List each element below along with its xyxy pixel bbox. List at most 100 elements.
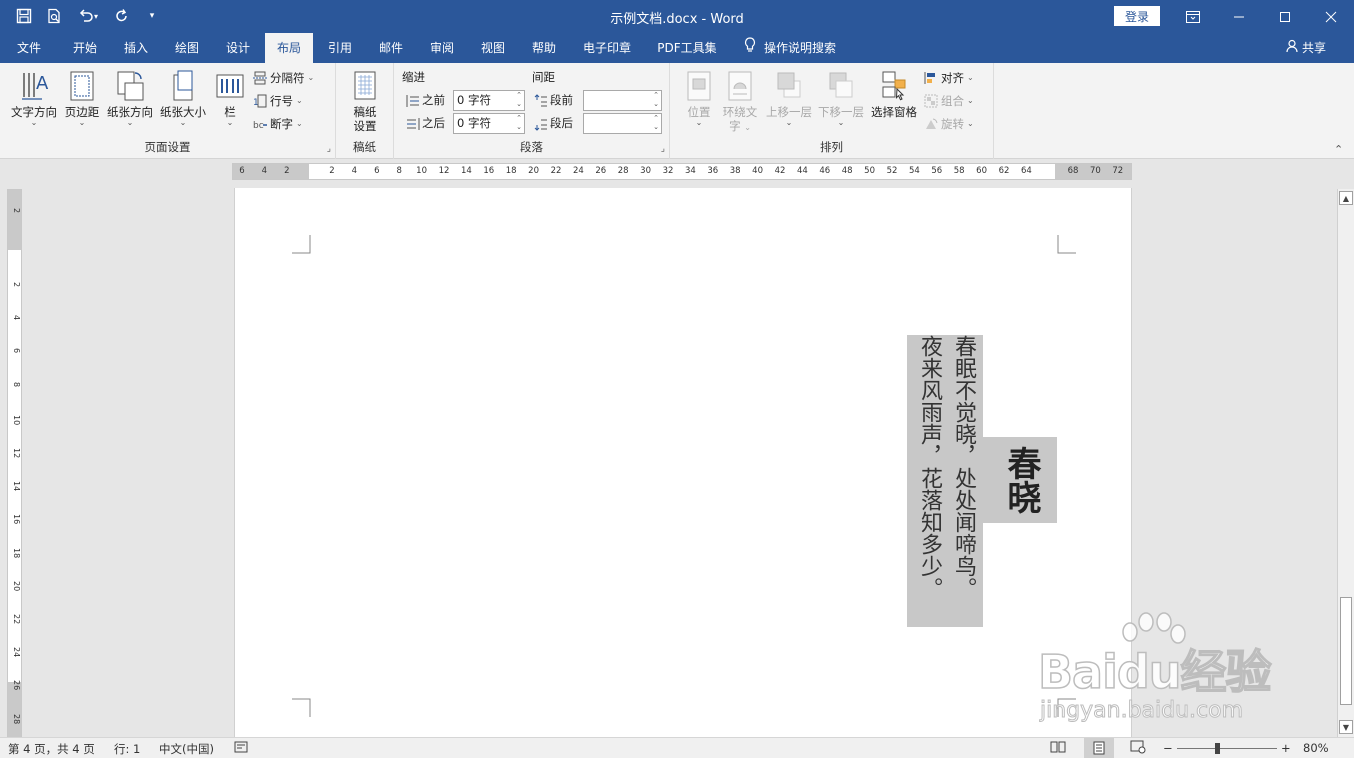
document-page[interactable]: 春眠不觉晓，处处闻啼鸟。 夜来风雨声，花落知多少。 春晓 (234, 188, 1132, 738)
collapse-ribbon-icon[interactable]: ⌃ (1334, 143, 1343, 156)
tab-help[interactable]: 帮助 (521, 33, 567, 63)
send-backward-icon (829, 72, 853, 98)
share-label: 共享 (1302, 41, 1327, 55)
ruler-tick: 64 (1020, 166, 1032, 176)
margins-icon (70, 71, 94, 101)
tab-insert[interactable]: 插入 (113, 33, 159, 63)
web-layout-icon[interactable] (1130, 740, 1146, 757)
orientation-button[interactable]: 纸张方向 ⌄ (104, 69, 156, 127)
bring-forward-button[interactable]: 上移一层 ⌄ (764, 69, 814, 127)
spacing-title: 间距 (532, 70, 555, 84)
login-button[interactable]: 登录 (1114, 6, 1160, 26)
vruler-tick: 6 (12, 348, 21, 354)
tab-pdf-tools[interactable]: PDF工具集 (650, 33, 724, 63)
ruler-tick: 34 (684, 166, 696, 176)
group-button[interactable]: 组合 ⌄ (924, 91, 974, 111)
arrange-group: 位置 ⌄ 环绕文 字 ⌄ 上移一层 ⌄ 下移一层 ⌄ 选择窗格 对齐⌄ 组合 (670, 63, 994, 159)
tab-design[interactable]: 设计 (215, 33, 261, 63)
zoom-in-icon[interactable]: + (1281, 741, 1291, 755)
ruler-tick: 48 (841, 166, 853, 176)
manuscript-group: 稿纸 设置 稿纸 (336, 63, 394, 159)
zoom-slider-thumb[interactable] (1215, 743, 1220, 754)
page-setup-launcher-icon[interactable]: ⌟ (327, 144, 331, 154)
scroll-thumb[interactable] (1340, 597, 1352, 705)
tell-me-search[interactable]: 操作说明搜索 (744, 33, 836, 63)
tab-file[interactable]: 文件 (6, 33, 52, 63)
tab-e-seal[interactable]: 电子印章 (574, 33, 640, 63)
tab-home[interactable]: 开始 (62, 33, 108, 63)
lightbulb-icon (744, 34, 756, 64)
macro-record-icon[interactable] (234, 740, 248, 757)
ruler-tick: 68 (1067, 166, 1079, 176)
tab-view[interactable]: 视图 (470, 33, 516, 63)
wrap-text-button[interactable]: 环绕文 字 ⌄ (720, 69, 760, 135)
scroll-down-icon[interactable]: ▼ (1339, 720, 1353, 734)
columns-button[interactable]: 栏 ⌄ (214, 69, 246, 127)
crop-mark-bottom-left-icon (292, 698, 311, 717)
hyphenation-icon: bc (253, 121, 267, 131)
align-button[interactable]: 对齐 ⌄ (924, 68, 974, 88)
tab-layout[interactable]: 布局 (265, 33, 313, 63)
vertical-scrollbar[interactable]: ▲ ▼ (1337, 189, 1354, 737)
rotate-button[interactable]: 旋转 ⌄ (924, 114, 974, 134)
tab-draw[interactable]: 绘图 (164, 33, 210, 63)
read-mode-icon[interactable] (1050, 740, 1066, 757)
ruler-tick: 6 (239, 166, 245, 176)
share-button[interactable]: 共享 (1286, 33, 1326, 63)
space-before-input[interactable]: ⌃ ⌄ (583, 90, 662, 111)
tab-mailings[interactable]: 邮件 (368, 33, 414, 63)
spinner-arrows-icon[interactable]: ⌃ ⌄ (653, 91, 659, 109)
poem-line-1: 春眠不觉晓，处处闻啼鸟。 (951, 335, 976, 599)
send-backward-button[interactable]: 下移一层 ⌄ (816, 69, 866, 127)
poem-title-box[interactable]: 春晓 (981, 437, 1057, 523)
selection-pane-button[interactable]: 选择窗格 (868, 69, 920, 119)
tab-references[interactable]: 引用 (317, 33, 363, 63)
zoom-out-icon[interactable]: − (1163, 741, 1173, 755)
poem-body[interactable]: 春眠不觉晓，处处闻啼鸟。 夜来风雨声，花落知多少。 (907, 335, 983, 627)
crop-mark-top-right-icon (1057, 235, 1076, 254)
indent-before-input[interactable]: 0 字符 ⌃ ⌄ (453, 90, 525, 111)
indent-after-input[interactable]: 0 字符 ⌃ ⌄ (453, 113, 525, 134)
paragraph-launcher-icon[interactable]: ⌟ (661, 144, 665, 154)
space-after-icon (534, 119, 547, 131)
watermark-brand: Baidu经验 (1037, 644, 1272, 700)
close-icon[interactable] (1308, 0, 1354, 33)
position-button[interactable]: 位置 ⌄ (682, 69, 716, 127)
ruler-tick: 6 (374, 166, 380, 176)
vertical-ruler[interactable]: 2 2 4 6 8 10 12 14 16 18 20 22 24 26 28 (7, 189, 22, 738)
minimize-icon[interactable] (1216, 0, 1262, 33)
vruler-tick: 18 (12, 547, 21, 558)
size-button[interactable]: 纸张大小 ⌄ (158, 69, 208, 127)
spinner-arrows-icon[interactable]: ⌃ ⌄ (653, 114, 659, 132)
horizontal-ruler[interactable]: 6 4 2 2 4 6 8 10 12 14 16 18 20 22 24 26 28 30 32 34 36 38 40 4… (232, 163, 1132, 180)
tab-review[interactable]: 审阅 (419, 33, 465, 63)
page-count[interactable]: 第 4 页，共 4 页 (8, 741, 95, 757)
arrange-label: 排列 (820, 140, 843, 154)
line-numbers-button[interactable]: 1 行号 ⌄ (253, 91, 303, 111)
poem-line-2: 夜来风雨声，花落知多少。 (917, 335, 942, 599)
space-after-input[interactable]: ⌃ ⌄ (583, 113, 662, 134)
vruler-tick: 22 (12, 614, 21, 625)
ribbon: A 文字方向 ⌄ 页边距 ⌄ 纸张方向 ⌄ 纸张大小 ⌄ 栏 ⌄ 分隔符 ⌄ 1… (0, 63, 1354, 159)
ruler-tick: 28 (617, 166, 629, 176)
print-layout-icon[interactable] (1084, 738, 1114, 758)
ribbon-display-icon[interactable] (1170, 0, 1216, 33)
hyphenation-button[interactable]: bc 断字 ⌄ (253, 114, 303, 134)
zoom-slider[interactable] (1177, 748, 1277, 749)
spinner-arrows-icon[interactable]: ⌃ ⌄ (516, 114, 522, 132)
zoom-level[interactable]: 80% (1303, 741, 1329, 755)
language[interactable]: 中文(中国) (159, 741, 214, 757)
bring-forward-icon (777, 72, 801, 98)
manuscript-settings-button[interactable]: 稿纸 设置 (344, 69, 386, 133)
ruler-tick: 70 (1089, 166, 1101, 176)
line-numbers-icon: 1 (253, 94, 267, 108)
ruler-tick: 22 (550, 166, 562, 176)
scroll-up-icon[interactable]: ▲ (1339, 191, 1353, 205)
ruler-tick: 44 (796, 166, 808, 176)
maximize-icon[interactable] (1262, 0, 1308, 33)
line-number[interactable]: 行: 1 (114, 741, 140, 757)
margins-button[interactable]: 页边距 ⌄ (62, 69, 102, 127)
breaks-button[interactable]: 分隔符 ⌄ (253, 68, 314, 88)
spinner-arrows-icon[interactable]: ⌃ ⌄ (516, 91, 522, 109)
text-direction-button[interactable]: A 文字方向 ⌄ (8, 69, 60, 127)
